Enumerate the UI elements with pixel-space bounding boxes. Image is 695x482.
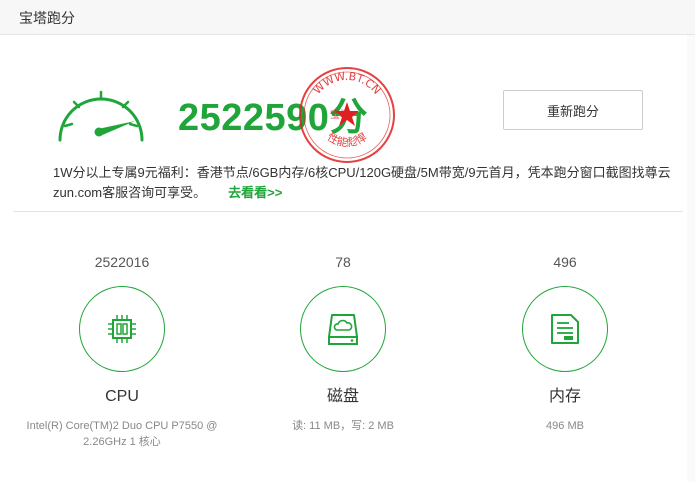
cpu-icon-circle xyxy=(79,286,165,372)
promo-link[interactable]: 去看看>> xyxy=(228,185,282,200)
cpu-label: CPU xyxy=(105,388,139,405)
metric-memory: 496 内存 496 MB xyxy=(460,252,670,434)
speedometer-icon xyxy=(58,90,144,142)
disk-icon-circle xyxy=(300,286,386,372)
disk-score: 78 xyxy=(335,254,351,270)
memory-card-icon xyxy=(551,314,579,344)
cpu-detail: Intel(R) Core(TM)2 Duo CPU P7550 @ 2.26G… xyxy=(26,420,218,448)
svg-text:性能彪悍: 性能彪悍 xyxy=(325,130,369,150)
title-bar: 宝塔跑分 xyxy=(0,0,695,35)
scrollbar[interactable] xyxy=(687,35,695,482)
cloud-disk-icon xyxy=(328,314,358,345)
promo-banner: 1W分以上专属9元福利：香港节点/6GB内存/6核CPU/120G硬盘/5M带宽… xyxy=(53,163,693,203)
cpu-score: 2522016 xyxy=(94,254,150,270)
disk-detail: 读: 11 MB，写: 2 MB xyxy=(292,420,394,432)
svg-text:WWW.BT.CN: WWW.BT.CN xyxy=(311,70,384,97)
memory-detail: 496 MB xyxy=(546,420,584,432)
divider xyxy=(13,211,683,212)
metric-disk: 78 磁盘 读: 11 MB，写: 2 MB xyxy=(238,252,448,434)
metric-cpu: 2522016 CPU Intel(R) Core(TM)2 Duo CPU P… xyxy=(17,252,227,450)
memory-icon-circle xyxy=(522,286,608,372)
memory-score: 496 xyxy=(553,254,577,270)
promo-text: 1W分以上专属9元福利：香港节点/6GB内存/6核CPU/120G硬盘/5M带宽… xyxy=(53,165,671,200)
window-title: 宝塔跑分 xyxy=(19,10,75,26)
baota-seal-stamp: WWW.BT.CN 宝塔 性能彪悍 xyxy=(299,67,395,163)
cpu-chip-icon xyxy=(108,315,136,343)
rerun-benchmark-button[interactable]: 重新跑分 xyxy=(503,90,643,130)
svg-text:宝塔: 宝塔 xyxy=(330,108,350,121)
disk-label: 磁盘 xyxy=(326,388,359,405)
memory-label: 内存 xyxy=(548,388,581,405)
